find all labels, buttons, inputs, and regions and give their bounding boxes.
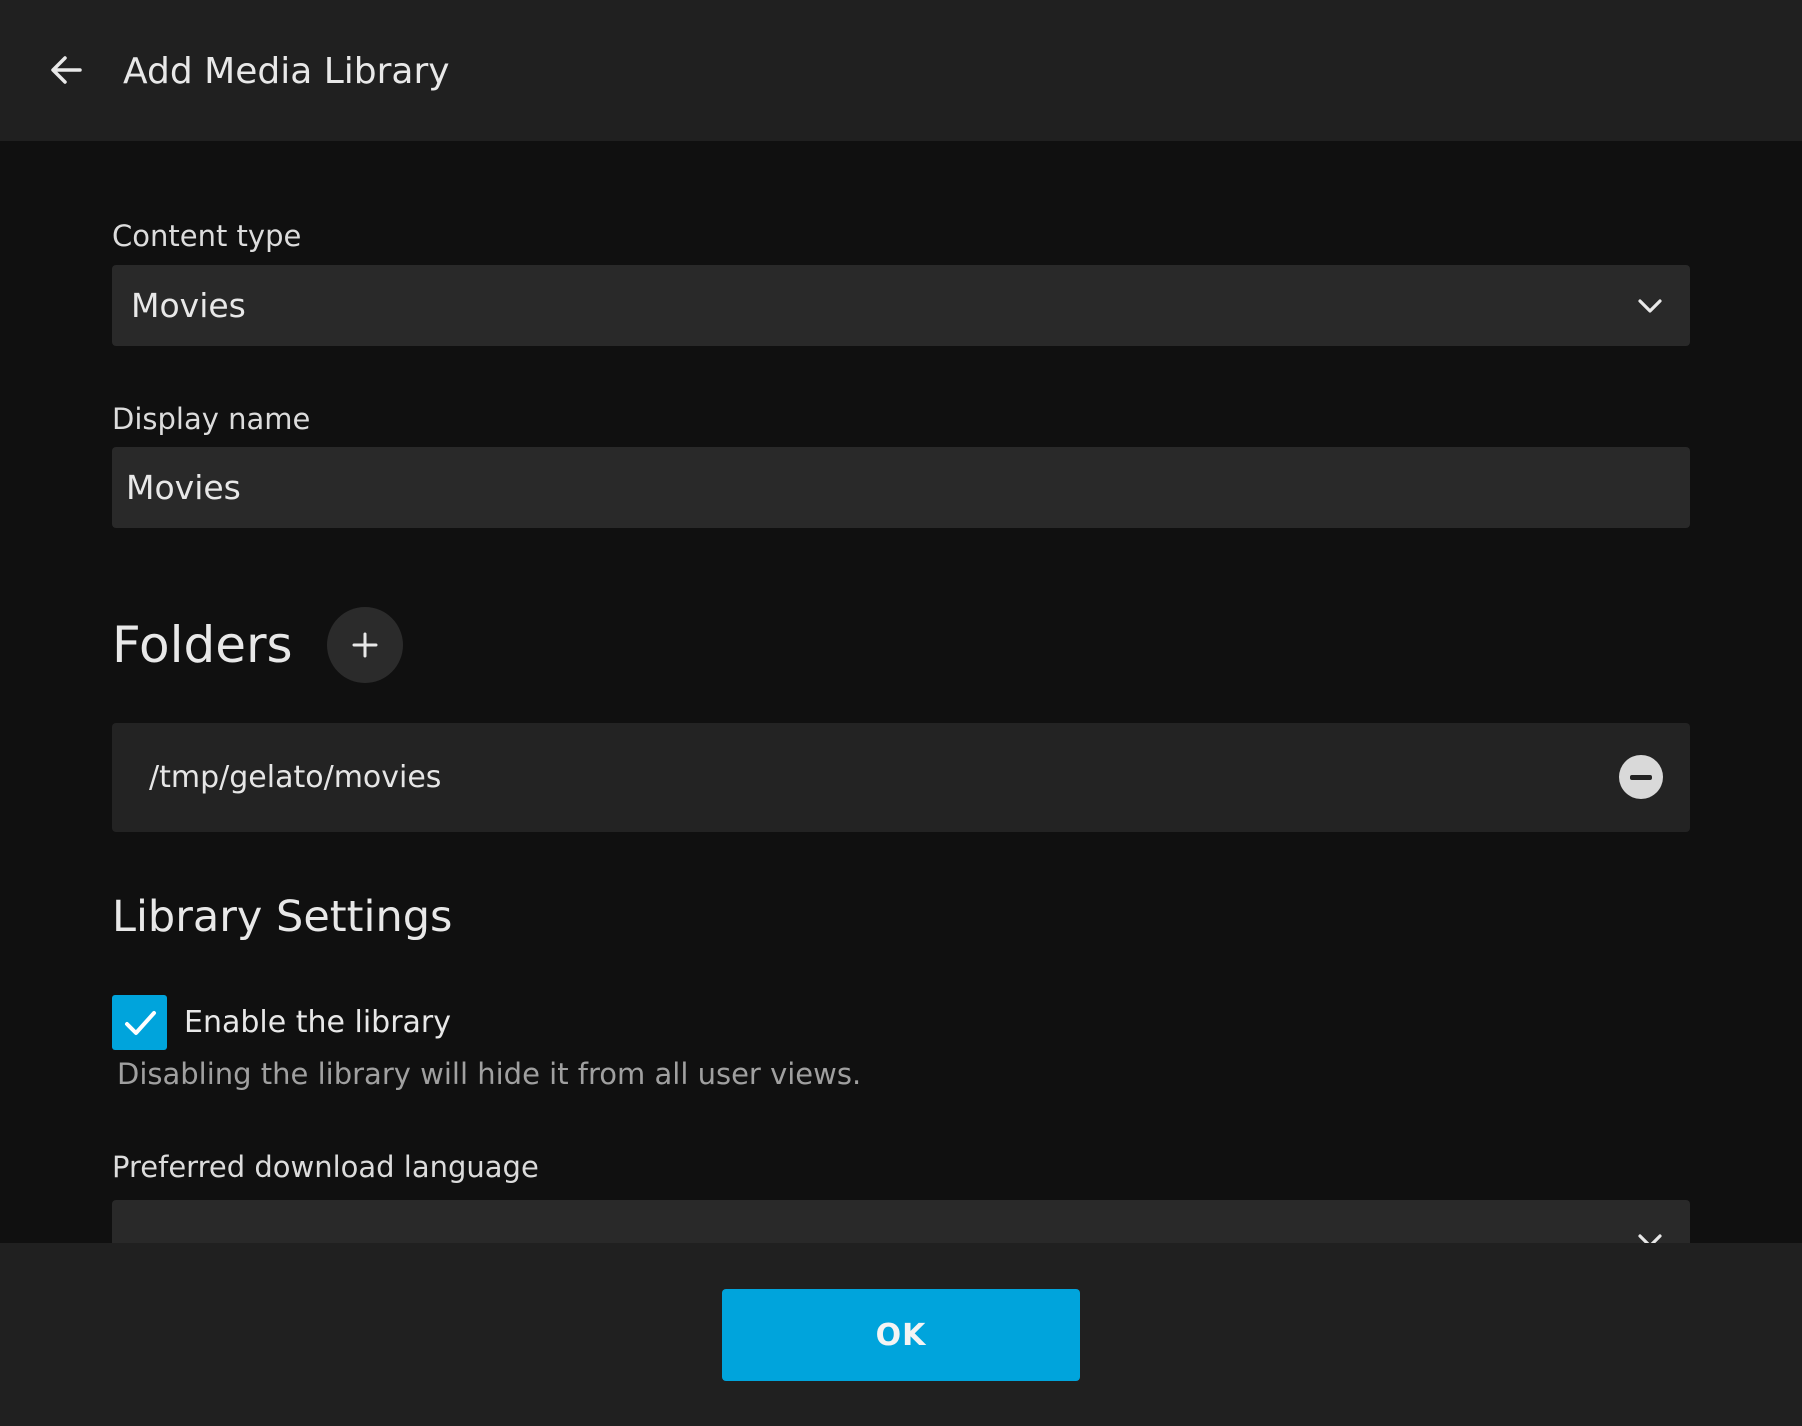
top-app-bar: Add Media Library [0, 0, 1802, 141]
enable-library-helper-text: Disabling the library will hide it from … [117, 1057, 862, 1091]
chevron-down-icon [1638, 299, 1662, 313]
folder-path: /tmp/gelato/movies [149, 760, 442, 795]
library-settings-heading: Library Settings [112, 892, 453, 942]
content-type-label: Content type [112, 219, 302, 253]
folder-list-item[interactable]: /tmp/gelato/movies [112, 723, 1690, 832]
display-name-field-wrapper [112, 447, 1690, 528]
checkmark-icon [124, 1010, 156, 1035]
preferred-download-language-select[interactable] [112, 1200, 1690, 1243]
folders-heading: Folders [112, 616, 293, 674]
remove-folder-button[interactable] [1619, 755, 1663, 799]
arrow-left-icon [51, 56, 82, 84]
page-title: Add Media Library [123, 51, 450, 92]
enable-library-checkbox[interactable] [112, 995, 167, 1050]
content-type-select[interactable]: Movies [112, 265, 1690, 346]
preferred-download-language-label: Preferred download language [112, 1150, 539, 1184]
content-type-selected-value: Movies [131, 286, 246, 325]
form-content: Content type Movies Display name Folders… [0, 141, 1802, 1243]
enable-library-label[interactable]: Enable the library [184, 995, 451, 1050]
back-button[interactable] [38, 42, 94, 98]
dialog-footer: OK [0, 1243, 1802, 1426]
display-name-label: Display name [112, 402, 311, 436]
chevron-down-icon [1638, 1234, 1662, 1243]
add-folder-button[interactable] [327, 607, 403, 683]
ok-button[interactable]: OK [722, 1289, 1080, 1381]
plus-icon [352, 632, 378, 658]
minus-circle-icon [1630, 774, 1652, 780]
display-name-field[interactable] [112, 447, 1690, 528]
